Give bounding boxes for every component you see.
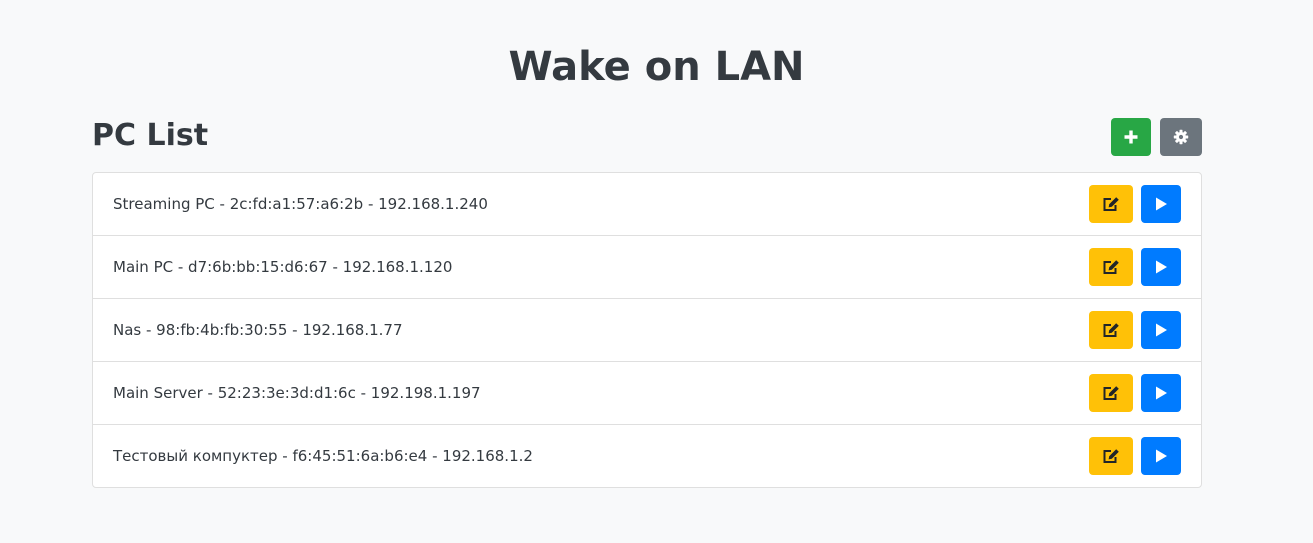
wake-button[interactable] xyxy=(1141,311,1181,349)
edit-icon xyxy=(1102,259,1120,275)
pc-list: Streaming PC - 2c:fd:a1:57:a6:2b - 192.1… xyxy=(92,172,1202,488)
pc-label: Main PC - d7:6b:bb:15:d6:67 - 192.168.1.… xyxy=(113,258,453,276)
wake-button[interactable] xyxy=(1141,437,1181,475)
edit-icon xyxy=(1102,448,1120,464)
row-actions xyxy=(1089,374,1181,412)
pc-list-heading: PC List xyxy=(92,118,209,153)
pc-label: Streaming PC - 2c:fd:a1:57:a6:2b - 192.1… xyxy=(113,195,488,213)
row-actions xyxy=(1089,311,1181,349)
play-icon xyxy=(1153,322,1169,338)
row-actions xyxy=(1089,437,1181,475)
list-item: Streaming PC - 2c:fd:a1:57:a6:2b - 192.1… xyxy=(93,173,1201,235)
list-item: Main Server - 52:23:3e:3d:d1:6c - 192.19… xyxy=(93,361,1201,424)
plus-icon xyxy=(1123,129,1139,145)
wake-button[interactable] xyxy=(1141,374,1181,412)
edit-button[interactable] xyxy=(1089,374,1133,412)
list-item: Тестовый компуктер - f6:45:51:6a:b6:e4 -… xyxy=(93,424,1201,487)
list-item: Main PC - d7:6b:bb:15:d6:67 - 192.168.1.… xyxy=(93,235,1201,298)
play-icon xyxy=(1153,448,1169,464)
edit-button[interactable] xyxy=(1089,311,1133,349)
pc-label: Nas - 98:fb:4b:fb:30:55 - 192.168.1.77 xyxy=(113,321,403,339)
wake-button[interactable] xyxy=(1141,248,1181,286)
edit-button[interactable] xyxy=(1089,248,1133,286)
pc-label: Main Server - 52:23:3e:3d:d1:6c - 192.19… xyxy=(113,384,481,402)
page-title: Wake on LAN xyxy=(508,44,805,90)
play-icon xyxy=(1153,259,1169,275)
edit-icon xyxy=(1102,385,1120,401)
edit-icon xyxy=(1102,196,1120,212)
row-actions xyxy=(1089,248,1181,286)
list-toolbar xyxy=(1111,118,1202,156)
play-icon xyxy=(1153,385,1169,401)
wake-button[interactable] xyxy=(1141,185,1181,223)
edit-button[interactable] xyxy=(1089,437,1133,475)
pc-label: Тестовый компуктер - f6:45:51:6a:b6:e4 -… xyxy=(113,447,533,465)
edit-icon xyxy=(1102,322,1120,338)
edit-button[interactable] xyxy=(1089,185,1133,223)
settings-button[interactable] xyxy=(1160,118,1202,156)
play-icon xyxy=(1153,196,1169,212)
gear-icon xyxy=(1173,129,1189,145)
row-actions xyxy=(1089,185,1181,223)
add-pc-button[interactable] xyxy=(1111,118,1151,156)
list-item: Nas - 98:fb:4b:fb:30:55 - 192.168.1.77 xyxy=(93,298,1201,361)
